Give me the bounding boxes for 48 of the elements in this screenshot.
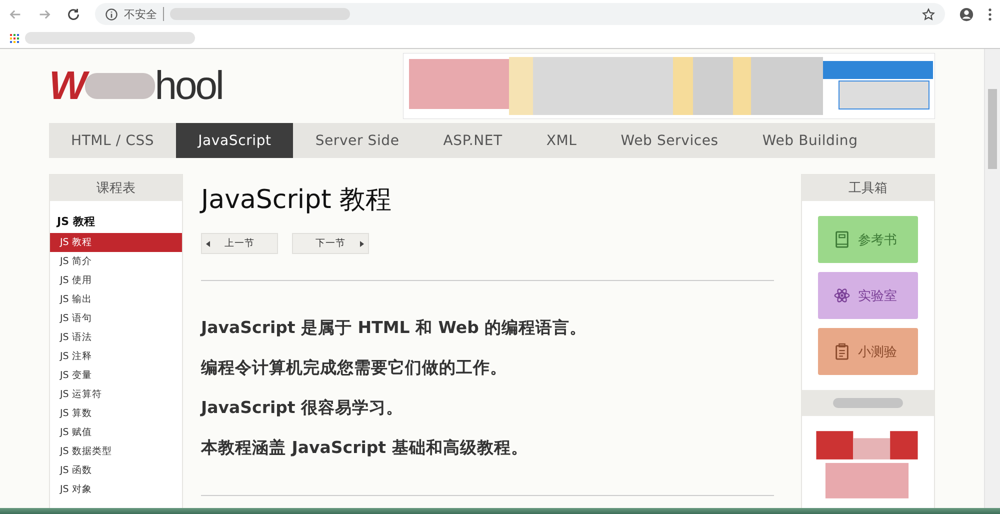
toolbox-button[interactable]: 实验室 [818,272,918,319]
account-icon[interactable] [959,6,974,22]
intro-paragraph: 编程令计算机完成您需要它们做的工作。 [201,357,508,379]
star-icon[interactable] [922,8,935,20]
intro-paragraph: JavaScript 很容易学习。 [201,397,404,419]
clipboard-icon [834,343,850,360]
sidebar-item[interactable]: JS 数据类型 [50,442,182,461]
sidebar-title: 课程表 [50,175,182,201]
sidebar-item[interactable]: JS 赋值 [50,423,182,442]
reload-icon[interactable] [66,6,81,22]
sidebar-section-heading: JS 教程 [55,214,96,230]
scrollbar[interactable] [984,49,1000,508]
right-triangle-icon [360,240,364,246]
security-label: 不安全 [124,6,157,22]
sidebar-item[interactable]: JS 语法 [50,328,182,347]
nav-tab[interactable]: Server Side [293,123,422,158]
next-button[interactable]: 下一节 [292,233,369,254]
book-icon [834,231,850,248]
nav-tab[interactable]: XML [524,123,599,158]
intro-paragraph: 本教程涵盖 JavaScript 基础和高级教程。 [201,437,529,459]
toolbox-title: 工具箱 [802,175,934,201]
previous-button[interactable]: 上一节 [201,233,278,254]
blurred-panel-title [833,398,903,408]
sidebar-item[interactable]: JS 函数 [50,461,182,480]
address-bar[interactable]: 不安全 [95,3,945,25]
atom-icon [834,287,850,304]
sidebar-item[interactable]: JS 注释 [50,347,182,366]
nav-tab[interactable]: JavaScript [176,123,294,158]
nav-tab[interactable]: Web Building [740,123,880,158]
intro-paragraph: JavaScript 是属于 HTML 和 Web 的编程语言。 [201,317,588,339]
sidebar-item[interactable]: JS 算数 [50,404,182,423]
sidebar-item[interactable]: JS 使用 [50,271,182,290]
nav-tab[interactable]: Web Services [598,123,740,158]
nav-tab[interactable]: ASP.NET [421,123,524,158]
sidebar-item[interactable]: JS 教程 [50,233,182,252]
left-triangle-icon [206,240,210,246]
sidebar-item[interactable]: JS 变量 [50,366,182,385]
sidebar-item[interactable]: JS 简介 [50,252,182,271]
sidebar-item[interactable]: JS 输出 [50,290,182,309]
sidebar-item[interactable]: JS 语句 [50,309,182,328]
sidebar-item[interactable]: JS 运算符 [50,385,182,404]
menu-icon[interactable] [988,6,992,22]
apps-icon[interactable] [10,34,19,42]
page-heading: JavaScript 教程 [201,184,393,217]
nav-tab[interactable]: HTML / CSS [49,123,176,158]
site-logo[interactable]: W hool [49,64,222,108]
sidebar-item[interactable]: JS 对象 [50,480,182,499]
info-icon[interactable] [105,8,118,20]
